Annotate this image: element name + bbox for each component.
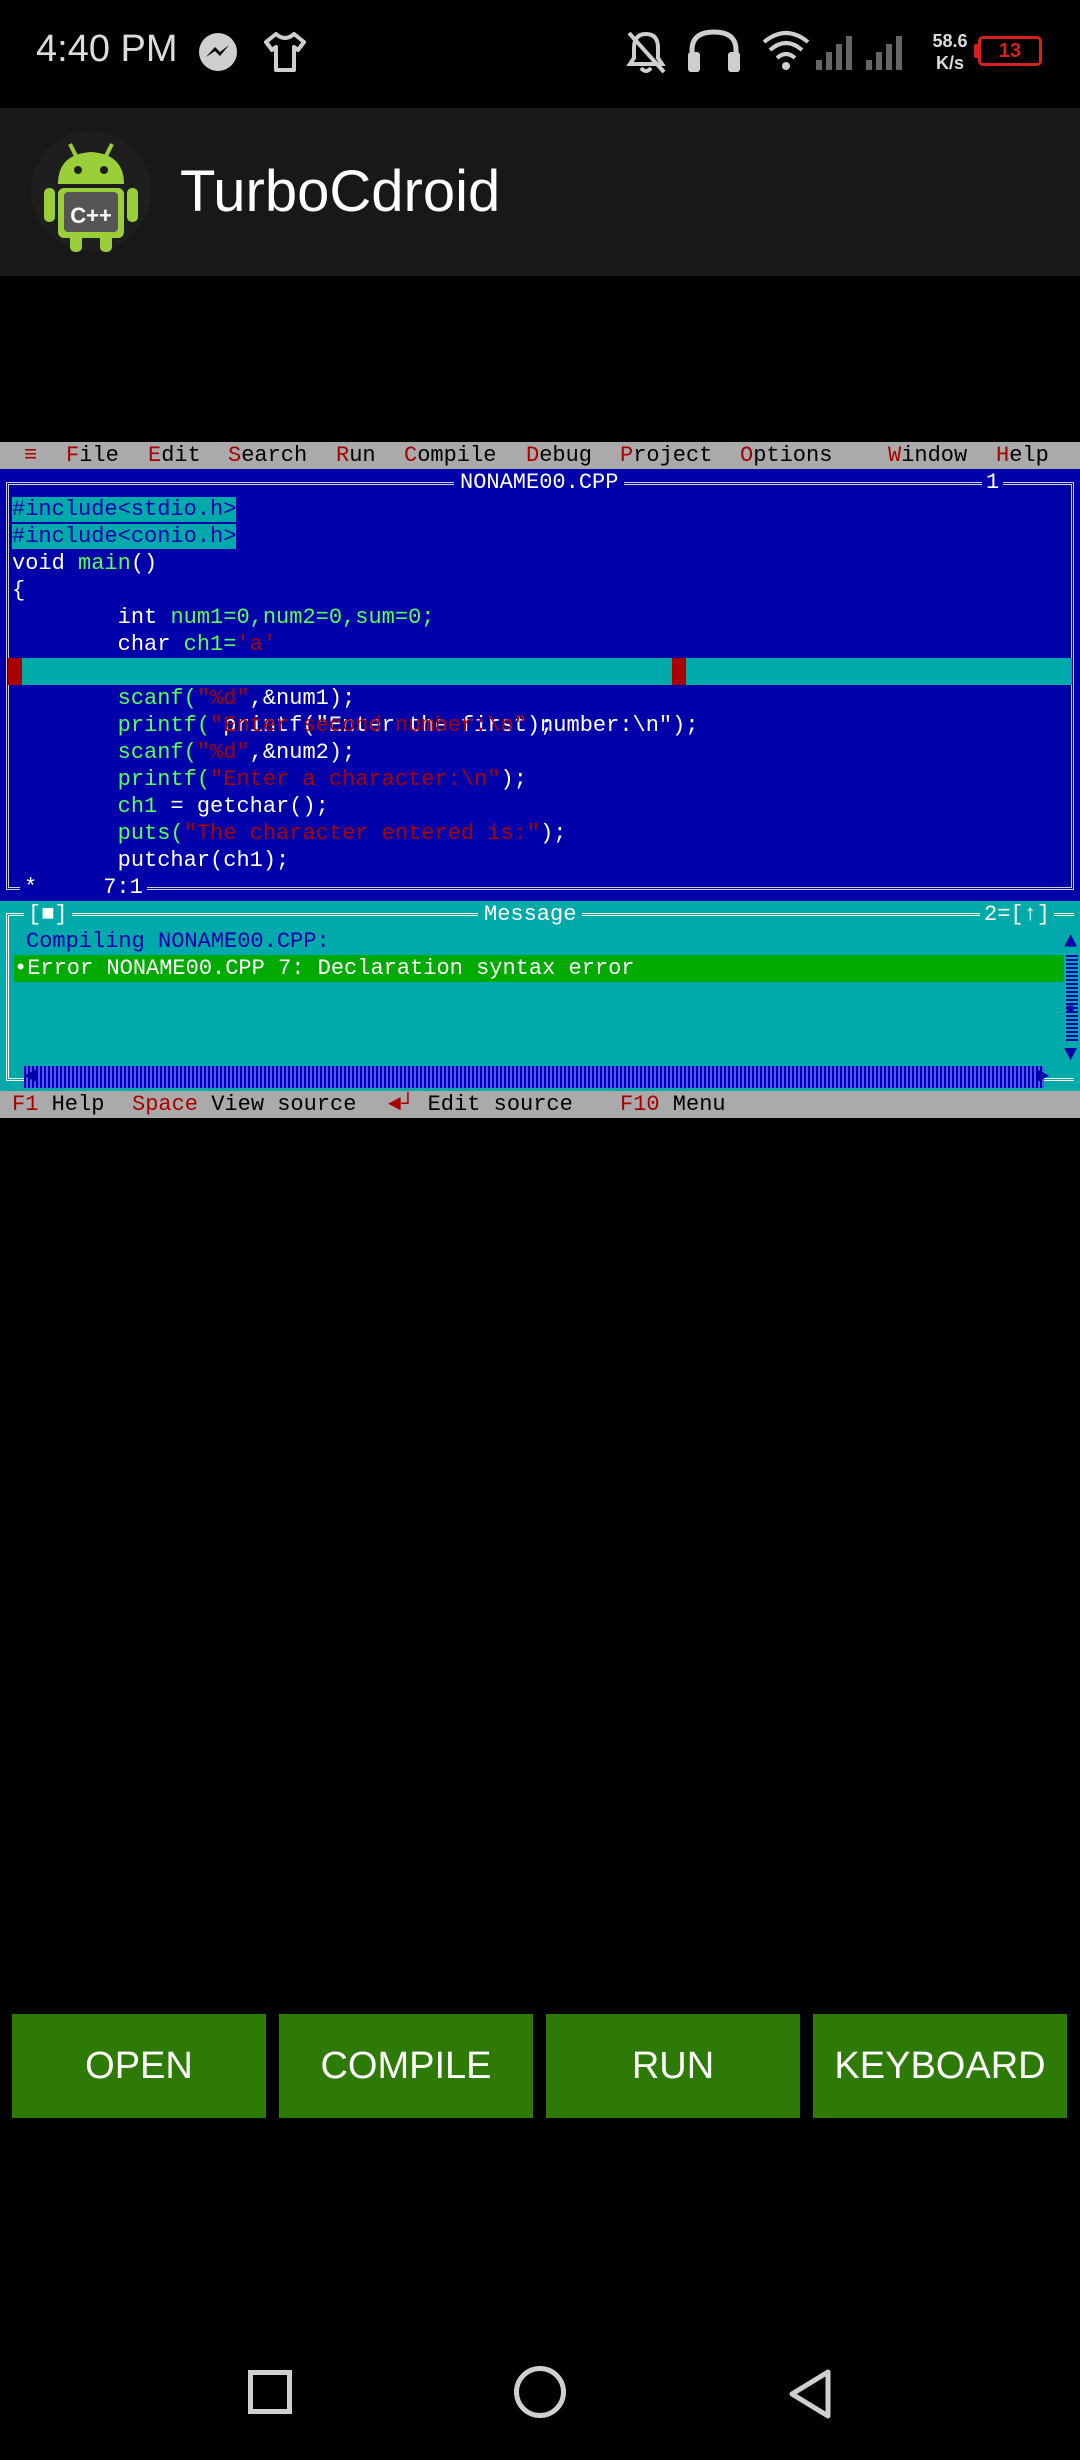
code-line[interactable]: int num1=0,num2=0,sum=0; <box>12 604 1068 631</box>
code-line[interactable]: void main() <box>12 550 1068 577</box>
code-line[interactable]: printf("Enter second number:\n"); <box>12 712 1068 739</box>
status-edit-source[interactable]: ◄┘ Edit source <box>388 1091 573 1118</box>
code-line[interactable]: scanf("%d",&num1); <box>12 685 1068 712</box>
system-menu[interactable]: ≡ <box>24 442 37 469</box>
compile-button[interactable]: COMPILE <box>279 2014 533 2118</box>
code-line[interactable]: #include<conio.h> <box>12 523 1068 550</box>
message-horizontal-scrollbar[interactable] <box>24 1066 1044 1088</box>
status-view-source[interactable]: Space View source <box>132 1091 356 1118</box>
signal-icon-2 <box>866 36 902 70</box>
scroll-up-arrow-icon[interactable]: ▲ <box>1064 928 1077 955</box>
error-highlight-line[interactable]: printf("Enter the first number:\n"); <box>8 658 1072 738</box>
editor-window[interactable]: NONAME00.CPP 1 * 7:1 #include<stdio.h> #… <box>0 469 1080 901</box>
code-line[interactable]: ch1 = getchar(); <box>12 793 1068 820</box>
message-close-control[interactable]: [■] <box>24 901 72 928</box>
code-line[interactable]: putchar(ch1); <box>12 847 1068 874</box>
app-icon-text: C++ <box>70 203 112 228</box>
menu-run[interactable]: Run <box>336 442 376 469</box>
status-help[interactable]: F1 Help <box>12 1091 104 1118</box>
menu-window[interactable]: Window <box>888 442 967 469</box>
message-line-error[interactable]: •Error NONAME00.CPP 7: Declaration synta… <box>14 955 1066 982</box>
signal-icon-1 <box>816 36 852 70</box>
status-bar: 4:40 PM 58.6 K/s 13 <box>0 0 1080 108</box>
message-window-control[interactable]: 2=[↑] <box>980 901 1055 928</box>
editor-file-name: NONAME00.CPP <box>454 469 625 496</box>
cursor-position: * 7:1 <box>20 874 147 901</box>
message-title: Message <box>478 901 583 928</box>
code-line[interactable]: #include<stdio.h> <box>12 496 1068 523</box>
status-menu[interactable]: F10 Menu <box>620 1091 726 1118</box>
menu-search[interactable]: Search <box>228 442 307 469</box>
app-bar: C++ TurboCdroid <box>0 108 1080 276</box>
turbo-c-ide[interactable]: ≡ File Edit Search Run Compile Debug Pro… <box>0 442 1080 1118</box>
message-window[interactable]: [■] Message 2=[↑] Compiling NONAME00.CPP… <box>0 901 1080 1091</box>
run-button[interactable]: RUN <box>546 2014 800 2118</box>
message-line-compiling[interactable]: Compiling NONAME00.CPP: <box>26 928 330 955</box>
ide-status-line: F1 Help Space View source ◄┘ Edit source… <box>0 1091 1080 1118</box>
breakpoint-marker <box>672 658 686 685</box>
open-button[interactable]: OPEN <box>12 2014 266 2118</box>
messenger-icon <box>199 33 237 71</box>
ide-menu-bar: ≡ File Edit Search Run Compile Debug Pro… <box>0 442 1080 469</box>
code-line[interactable]: scanf("%d",&num2); <box>12 739 1068 766</box>
home-icon[interactable] <box>514 2366 566 2418</box>
scroll-left-arrow-icon[interactable]: ◄ <box>24 1063 37 1090</box>
scroll-right-arrow-icon[interactable]: ► <box>1036 1063 1049 1090</box>
recents-icon[interactable] <box>248 2370 292 2414</box>
code-area[interactable]: #include<stdio.h> #include<conio.h> void… <box>8 496 1072 874</box>
scroll-thumb-icon[interactable]: ■ <box>1066 997 1074 1024</box>
notifications-off-icon <box>626 31 666 74</box>
headphones-icon <box>688 29 740 72</box>
menu-options[interactable]: Options <box>740 442 832 469</box>
wifi-icon <box>762 31 810 70</box>
network-speed: 58.6 K/s <box>932 31 968 73</box>
menu-debug[interactable]: Debug <box>526 442 592 469</box>
code-line[interactable]: { <box>12 577 1068 604</box>
code-line[interactable]: printf("Enter a character:\n"); <box>12 766 1068 793</box>
menu-help[interactable]: Help <box>996 442 1049 469</box>
scroll-down-arrow-icon[interactable]: ▼ <box>1064 1041 1077 1068</box>
menu-edit[interactable]: Edit <box>148 442 201 469</box>
breakpoint-marker <box>8 658 22 685</box>
app-title: TurboCdroid <box>180 159 501 224</box>
clock: 4:40 PM <box>36 28 178 70</box>
code-line[interactable]: char ch1='a' <box>12 631 1068 658</box>
navigation-bar <box>0 2330 1080 2460</box>
battery-icon: 13 <box>978 36 1042 66</box>
menu-file[interactable]: File <box>66 442 119 469</box>
code-line[interactable]: puts("The character entered is:"); <box>12 820 1068 847</box>
keyboard-button[interactable]: KEYBOARD <box>813 2014 1067 2118</box>
back-icon[interactable] <box>784 2366 836 2422</box>
menu-compile[interactable]: Compile <box>404 442 496 469</box>
tshirt-icon <box>264 32 306 72</box>
editor-window-number: 1 <box>982 469 1004 496</box>
menu-project[interactable]: Project <box>620 442 712 469</box>
